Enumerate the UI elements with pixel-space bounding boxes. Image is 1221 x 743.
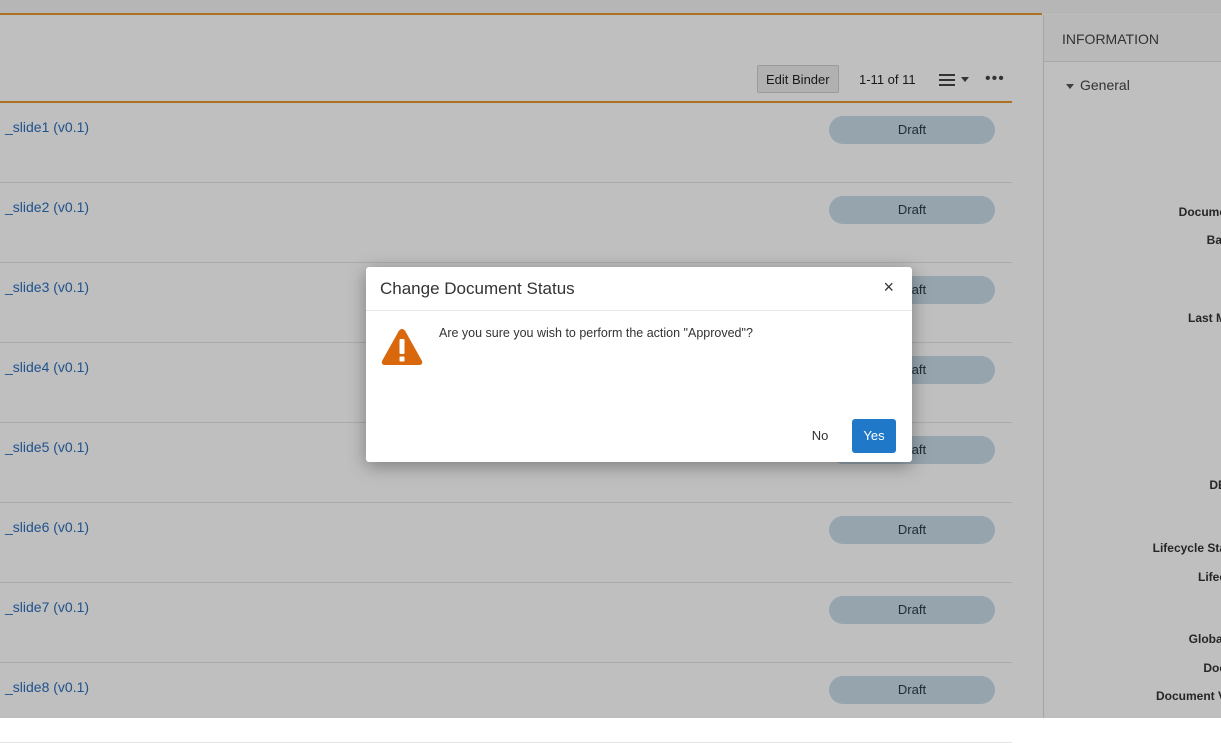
change-status-dialog: Change Document Status × Are you sure yo… bbox=[366, 267, 912, 462]
yes-button[interactable]: Yes bbox=[852, 419, 896, 453]
dialog-title: Change Document Status bbox=[380, 279, 575, 298]
dialog-header: Change Document Status × bbox=[366, 267, 912, 311]
warning-icon bbox=[381, 329, 423, 365]
app-window: Edit Binder 1-11 of 11 ••• _slide1 (v0.1… bbox=[0, 0, 1221, 743]
close-icon[interactable]: × bbox=[883, 277, 894, 297]
dialog-message: Are you sure you wish to perform the act… bbox=[439, 326, 753, 340]
no-button[interactable]: No bbox=[804, 420, 836, 452]
